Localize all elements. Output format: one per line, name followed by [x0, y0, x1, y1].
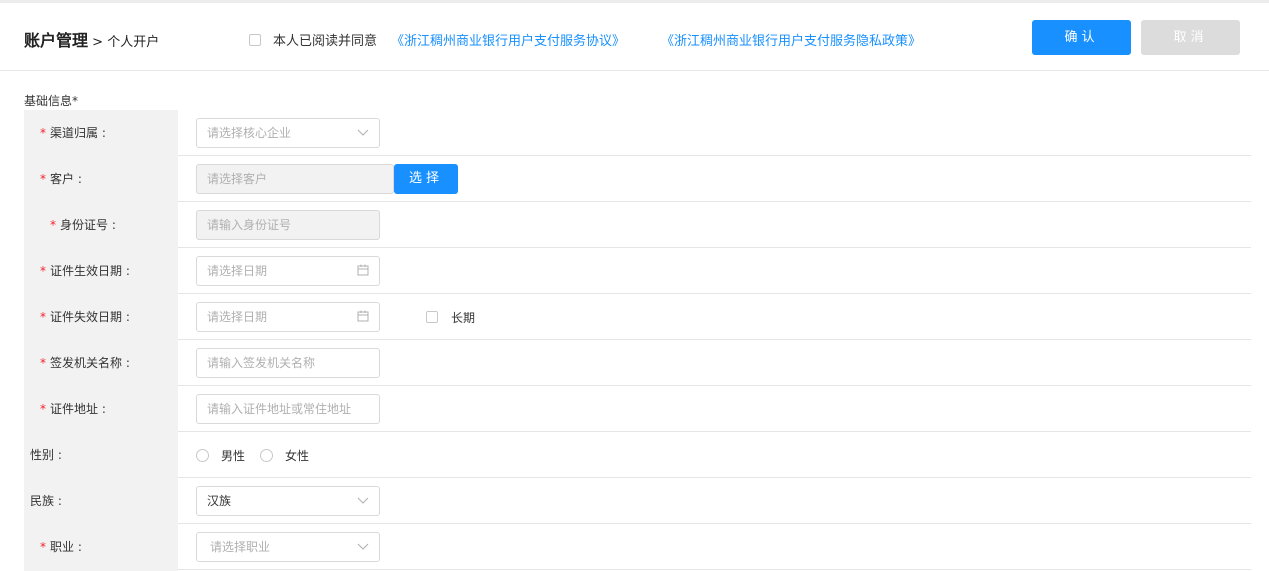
required-mark: *: [40, 172, 46, 186]
required-mark: *: [50, 218, 56, 232]
privacy-policy-link[interactable]: 《浙江稠州商业银行用户支付服务隐私政策》: [661, 30, 921, 49]
end-date-placeholder: 请选择日期: [207, 310, 268, 324]
required-mark: *: [40, 264, 46, 278]
field-label: * 证件失效日期 :: [40, 310, 130, 324]
field-label: * 客户 :: [40, 172, 82, 186]
select-customer-button[interactable]: 选择: [394, 164, 458, 194]
confirm-button[interactable]: 确认: [1032, 20, 1131, 55]
occupation-select[interactable]: 请选择职业: [196, 532, 380, 562]
cancel-button[interactable]: 取消: [1141, 20, 1240, 55]
customer-input[interactable]: 请选择客户: [196, 164, 394, 194]
calendar-icon: [357, 303, 369, 331]
id-number-placeholder: 请输入身份证号: [207, 218, 292, 232]
chevron-down-icon: [357, 487, 369, 515]
channel-select[interactable]: 请选择核心企业: [196, 118, 380, 148]
required-mark: *: [40, 126, 46, 140]
form-row-occupation: * 职业 : 请选择职业: [24, 524, 1251, 570]
field-label: * 身份证号 :: [50, 218, 116, 232]
ethnicity-value: 汉族: [207, 494, 232, 508]
male-label: 男性: [221, 448, 246, 463]
required-mark: *: [40, 402, 46, 416]
required-mark: *: [40, 540, 46, 554]
field-label: * 证件地址 :: [40, 402, 106, 416]
page-header: 账户管理 > 个人开户 本人已阅读并同意 《浙江稠州商业银行用户支付服务协议》 …: [0, 3, 1269, 71]
section-title: 基础信息*: [24, 94, 79, 108]
form-row-id-start-date: * 证件生效日期 : 请选择日期: [24, 248, 1251, 294]
form-row-gender: 性别 : 男性 女性: [24, 432, 1251, 478]
agreement-consent: 本人已阅读并同意 《浙江稠州商业银行用户支付服务协议》 《浙江稠州商业银行用户支…: [249, 30, 921, 49]
page-title: 账户管理 > 个人开户: [24, 27, 159, 51]
field-label: 民族 :: [30, 494, 62, 508]
female-radio[interactable]: [260, 448, 274, 462]
required-mark: *: [40, 356, 46, 370]
form-row-channel: * 渠道归属 : 请选择核心企业: [24, 110, 1251, 156]
channel-placeholder: 请选择核心企业: [207, 126, 292, 140]
field-label: * 渠道归属 :: [40, 126, 106, 140]
calendar-icon: [357, 257, 369, 285]
ethnicity-select[interactable]: 汉族: [196, 486, 380, 516]
service-agreement-link[interactable]: 《浙江稠州商业银行用户支付服务协议》: [391, 30, 625, 49]
field-label: 性别 :: [30, 448, 62, 462]
female-label: 女性: [285, 448, 310, 463]
chevron-down-icon: [357, 533, 369, 561]
field-label: * 签发机关名称 :: [40, 356, 130, 370]
breadcrumb-sub: 个人开户: [107, 35, 160, 50]
required-mark: *: [40, 310, 46, 324]
form-row-ethnicity: 民族 : 汉族: [24, 478, 1251, 524]
start-date-picker[interactable]: 请选择日期: [196, 256, 380, 286]
id-number-input[interactable]: 请输入身份证号: [196, 210, 380, 240]
issuer-input[interactable]: 请输入签发机关名称: [196, 348, 380, 378]
address-placeholder: 请输入证件地址或常住地址: [207, 402, 352, 416]
form-row-issuer: * 签发机关名称 : 请输入签发机关名称: [24, 340, 1251, 386]
start-date-placeholder: 请选择日期: [207, 264, 268, 278]
form-row-customer: * 客户 : 请选择客户 选择: [24, 156, 1251, 202]
address-input[interactable]: 请输入证件地址或常住地址: [196, 394, 380, 424]
breadcrumb-separator: >: [88, 35, 108, 50]
form-row-address: * 证件地址 : 请输入证件地址或常住地址: [24, 386, 1251, 432]
longterm-label: 长期: [451, 310, 476, 325]
row-divider: [178, 569, 1251, 570]
longterm-option: 长期: [426, 294, 475, 340]
longterm-checkbox[interactable]: [426, 311, 438, 323]
form-row-id-number: * 身份证号 : 请输入身份证号: [24, 202, 1251, 248]
form-row-id-end-date: * 证件失效日期 : 请选择日期 长期: [24, 294, 1251, 340]
agree-checkbox[interactable]: [249, 33, 261, 46]
gender-radio-group: 男性 女性: [196, 432, 309, 478]
end-date-picker[interactable]: 请选择日期: [196, 302, 380, 332]
chevron-down-icon: [357, 119, 369, 147]
field-label: * 职业 :: [40, 540, 82, 554]
field-label: * 证件生效日期 :: [40, 264, 130, 278]
occupation-placeholder: 请选择职业: [210, 540, 271, 554]
male-radio[interactable]: [196, 448, 209, 462]
customer-placeholder: 请选择客户: [207, 172, 268, 186]
issuer-placeholder: 请输入签发机关名称: [207, 356, 316, 370]
agree-text: 本人已阅读并同意: [273, 34, 378, 49]
breadcrumb-main: 账户管理: [24, 31, 89, 50]
